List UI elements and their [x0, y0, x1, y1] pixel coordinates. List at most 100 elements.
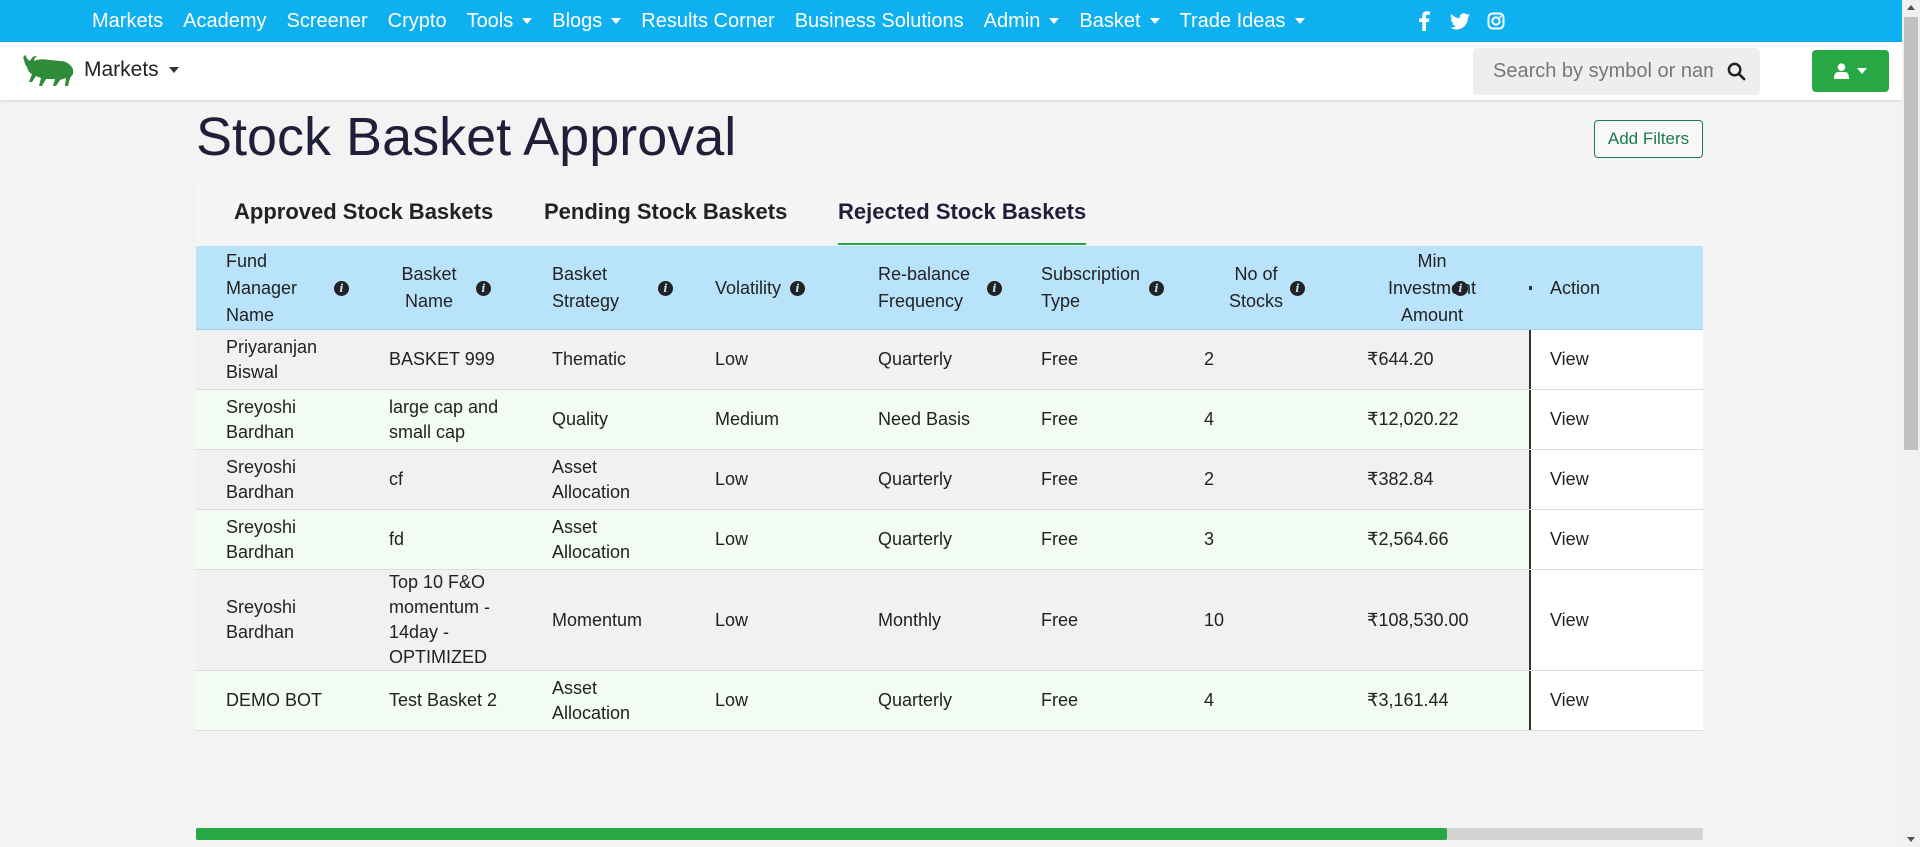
table-row: Sreyoshi Bardhan cf Asset Allocation Low Qua… [196, 450, 1703, 510]
cell-min-investment-amount: ₹12,020.22 [1367, 409, 1459, 429]
chevron-down-icon [1294, 18, 1305, 24]
column-header-re-balance-frequency[interactable]: Re-balance Frequency [878, 246, 993, 330]
nav-markets[interactable]: Markets [92, 10, 163, 33]
nav-tools[interactable]: Tools [467, 10, 533, 33]
cell-subscription-type: Free [1041, 349, 1079, 369]
nav-basket[interactable]: Basket [1079, 10, 1160, 33]
chevron-down-icon [522, 18, 533, 24]
nav-trade-ideas[interactable]: Trade Ideas [1180, 10, 1305, 33]
column-header-label: Volatility [715, 277, 782, 298]
cell-re-balance-frequency: Quarterly [878, 690, 953, 710]
tab-rejected-stock-baskets[interactable]: Rejected Stock Baskets [838, 178, 1087, 246]
column-header-label: Subscription Type [1041, 264, 1141, 311]
search-icon [1727, 62, 1746, 81]
page-scrollbar-thumb[interactable] [1904, 17, 1918, 450]
nav-admin[interactable]: Admin [984, 10, 1060, 33]
column-header-no-of-stocks[interactable]: No of Stocks [1216, 246, 1296, 330]
scroll-down-icon[interactable] [1907, 837, 1915, 842]
twitter-icon[interactable] [1449, 10, 1471, 32]
table-horizontal-scrollbar[interactable] [196, 828, 1703, 840]
nav-label: Results Corner [641, 9, 775, 32]
cell-volatility: Low [715, 690, 749, 710]
column-header-subscription-type[interactable]: Subscription Type [1041, 246, 1151, 330]
column-divider [1529, 286, 1532, 290]
view-link[interactable]: View [1550, 330, 1670, 389]
facebook-icon[interactable] [1413, 10, 1435, 32]
search-box [1473, 48, 1760, 95]
cell-basket-strategy: Asset Allocation [552, 516, 631, 562]
nav-label: Academy [183, 9, 267, 32]
instagram-icon[interactable] [1485, 10, 1507, 32]
view-link[interactable]: View [1550, 671, 1670, 730]
nav-crypto[interactable]: Crypto [388, 10, 447, 33]
column-header-fund-manager-name[interactable]: Fund Manager Name [226, 246, 306, 330]
info-icon[interactable]: i [476, 281, 491, 296]
nav-label: Admin [983, 9, 1041, 32]
nav-label: Screener [286, 9, 368, 32]
cell-volatility: Low [715, 349, 749, 369]
rejected-baskets-table: Fund Manager Name i Basket Name i Basket Str… [196, 246, 1703, 731]
chevron-down-icon [1149, 18, 1160, 24]
tab-pending-stock-baskets[interactable]: Pending Stock Baskets [544, 178, 787, 246]
cell-volatility: Low [715, 529, 749, 549]
nav-screener[interactable]: Screener [287, 10, 368, 33]
nav-blogs[interactable]: Blogs [552, 10, 622, 33]
cell-re-balance-frequency: Quarterly [878, 349, 953, 369]
table-row: Sreyoshi Bardhan large cap and small cap Q… [196, 390, 1703, 450]
user-menu-button[interactable] [1812, 50, 1889, 92]
info-icon[interactable]: i [790, 281, 805, 296]
top-nav-links: Markets Academy Screener Crypto Tools Blogs Re… [82, 0, 1315, 42]
nav-label: Business Solutions [794, 9, 964, 32]
info-icon[interactable]: i [658, 281, 673, 296]
column-header-basket-strategy[interactable]: Basket Strategy [552, 246, 632, 330]
view-link[interactable]: View [1550, 390, 1670, 449]
cell-fund-manager-name: Sreyoshi Bardhan [226, 597, 297, 642]
basket-tabs: Approved Stock Baskets Pending Stock Bask… [196, 178, 1703, 246]
nav-business-solutions[interactable]: Business Solutions [795, 10, 964, 33]
info-icon[interactable]: i [1149, 281, 1164, 296]
info-icon[interactable]: i [334, 281, 349, 296]
page-scrollbar[interactable] [1902, 0, 1920, 847]
scrollbar-thumb[interactable] [196, 828, 1447, 840]
basket-card: Approved Stock Baskets Pending Stock Bask… [196, 178, 1703, 732]
cell-re-balance-frequency: Need Basis [878, 409, 971, 429]
column-header-action[interactable]: Action [1550, 246, 1690, 330]
nav-academy[interactable]: Academy [183, 10, 266, 33]
chevron-down-icon [1857, 68, 1867, 74]
nav-label: Trade Ideas [1179, 9, 1286, 32]
cell-basket-strategy: Asset Allocation [552, 456, 631, 502]
table-row: DEMO BOT Test Basket 2 Asset Allocation Low… [196, 671, 1703, 731]
view-link[interactable]: View [1550, 450, 1670, 509]
nav-label: Markets [92, 9, 164, 32]
cell-basket-strategy: Thematic [552, 349, 627, 369]
cell-min-investment-amount: ₹3,161.44 [1367, 690, 1449, 710]
table-row: Sreyoshi Bardhan fd Asset Allocation Low Qua… [196, 510, 1703, 570]
cell-subscription-type: Free [1041, 609, 1079, 630]
table-row: Priyaranjan Biswal BASKET 999 Thematic Low Q… [196, 330, 1703, 390]
cell-subscription-type: Free [1041, 409, 1079, 429]
cell-no-of-stocks: 2 [1204, 349, 1215, 369]
nav-results-corner[interactable]: Results Corner [641, 10, 774, 33]
add-filters-button[interactable]: Add Filters [1594, 120, 1703, 158]
cell-fund-manager-name: Sreyoshi Bardhan [226, 456, 297, 502]
table-body: Priyaranjan Biswal BASKET 999 Thematic Low Q… [196, 330, 1703, 731]
info-icon[interactable]: i [1290, 281, 1305, 296]
search-input[interactable] [1473, 60, 1713, 83]
column-header-volatility[interactable]: Volatility [715, 246, 825, 330]
cell-no-of-stocks: 2 [1204, 469, 1215, 489]
cell-re-balance-frequency: Quarterly [878, 469, 953, 489]
brand-dropdown[interactable]: Markets [20, 52, 179, 88]
cell-subscription-type: Free [1041, 469, 1079, 489]
column-header-basket-name[interactable]: Basket Name [389, 246, 469, 330]
view-link[interactable]: View [1550, 510, 1670, 569]
column-header-label: Basket Name [401, 264, 457, 311]
cell-basket-strategy: Momentum [552, 609, 643, 630]
tab-approved-stock-baskets[interactable]: Approved Stock Baskets [234, 178, 493, 246]
search-button[interactable] [1713, 48, 1760, 95]
info-icon[interactable]: i [1453, 281, 1468, 296]
info-icon[interactable]: i [987, 281, 1002, 296]
scroll-up-icon[interactable] [1907, 5, 1915, 10]
cell-fund-manager-name: Sreyoshi Bardhan [226, 396, 297, 442]
cell-basket-strategy: Quality [552, 409, 609, 429]
view-link[interactable]: View [1550, 570, 1670, 670]
